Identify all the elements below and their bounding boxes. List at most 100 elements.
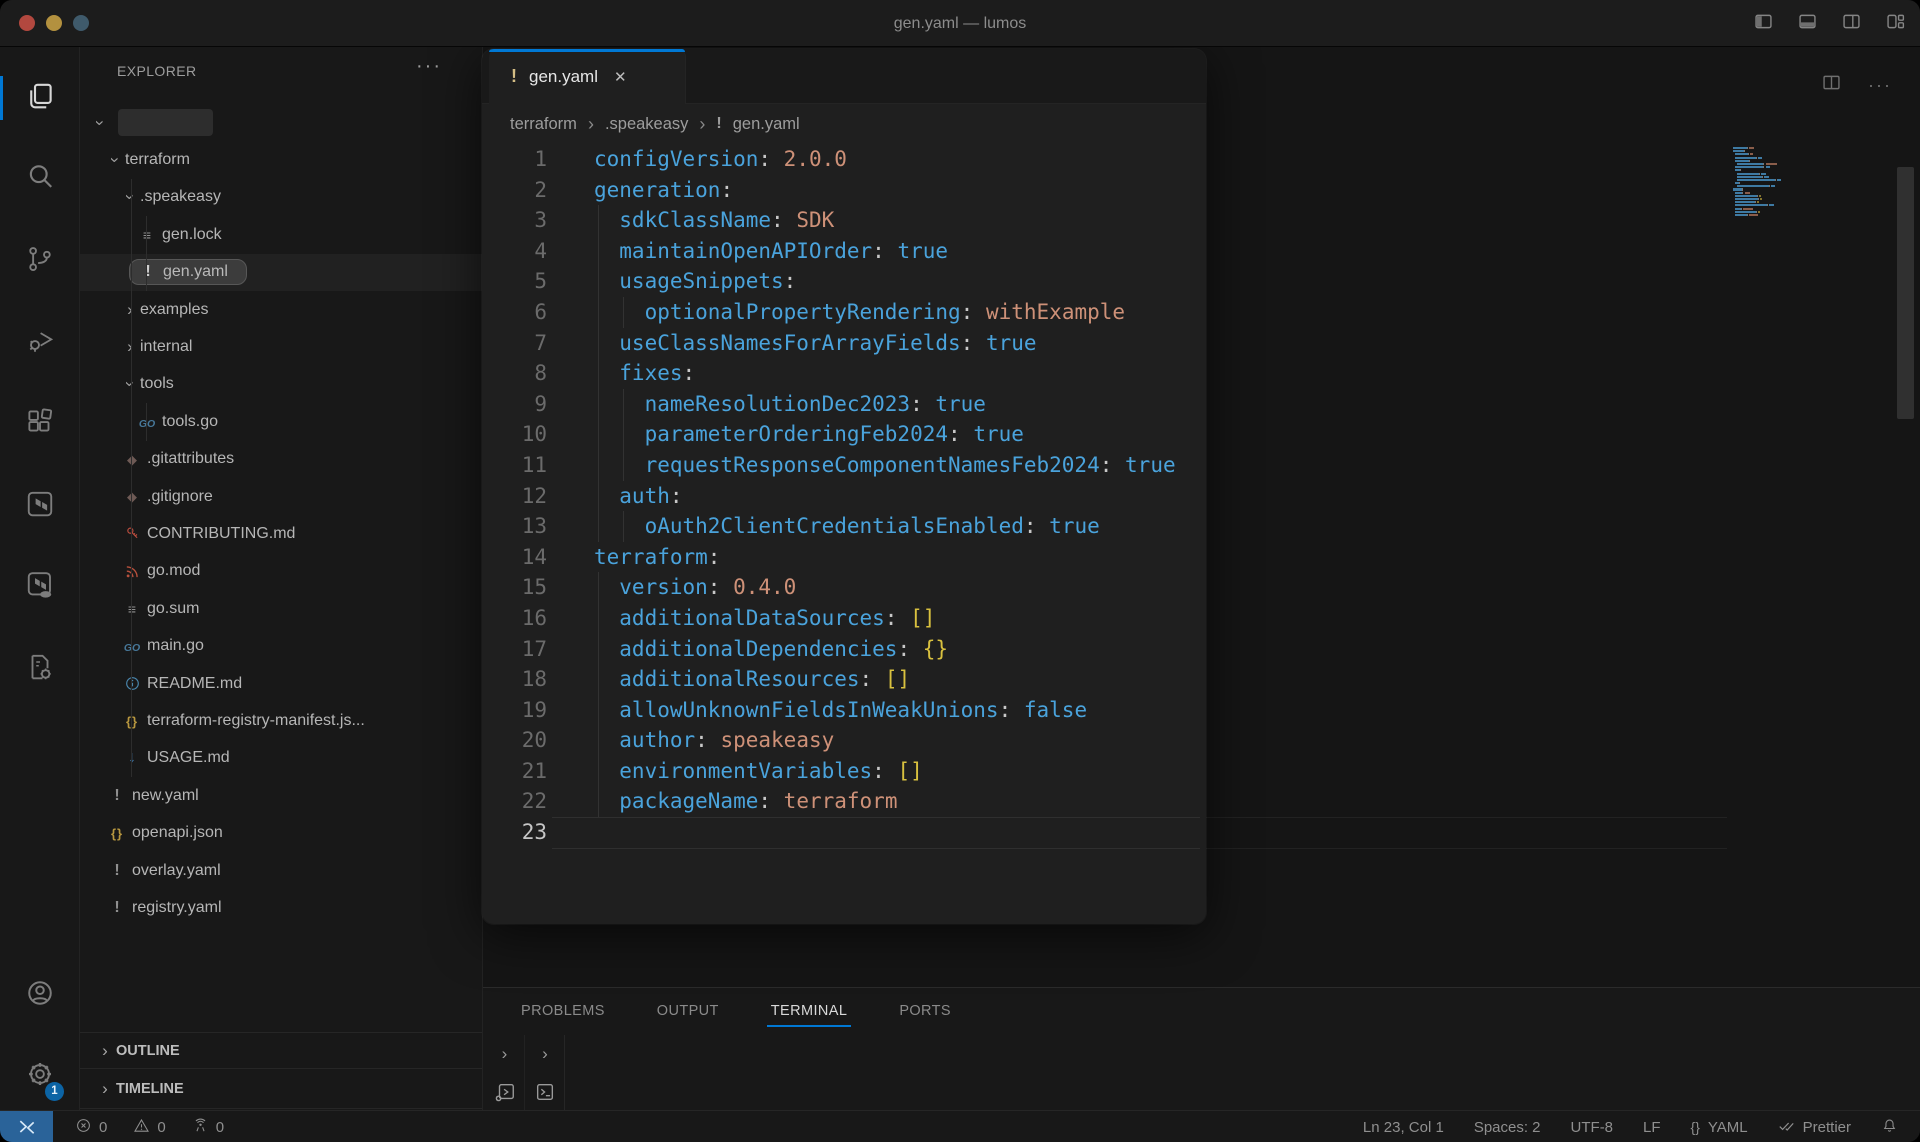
status-formatter[interactable]: Prettier	[1778, 1117, 1851, 1138]
code-line-6[interactable]: 6 optionalPropertyRendering: withExample	[482, 297, 1206, 328]
activity-item-run-debug[interactable]	[0, 309, 80, 375]
code-line-5[interactable]: 5 usageSnippets:	[482, 266, 1206, 297]
minimap[interactable]	[1733, 147, 1823, 220]
code-line-20[interactable]: 20 author: speakeasy	[482, 725, 1206, 756]
panel-tab-output[interactable]: OUTPUT	[655, 995, 721, 1027]
code-line-14[interactable]: 14 terraform:	[482, 542, 1206, 573]
remote-indicator[interactable]	[0, 1111, 53, 1142]
code-line-4[interactable]: 4 maintainOpenAPIOrder: true	[482, 236, 1206, 267]
code-line-19[interactable]: 19 allowUnknownFieldsInWeakUnions: false	[482, 695, 1206, 726]
tree-file-terraform-registry-manifest-js-[interactable]: {} terraform-registry-manifest.js...	[80, 702, 483, 739]
code-line-1[interactable]: 1 configVersion: 2.0.0	[482, 144, 1206, 175]
tree-file-CONTRIBUTING-md[interactable]: CONTRIBUTING.md	[80, 515, 483, 552]
activity-item-terraform[interactable]	[0, 473, 80, 539]
terminal-icon[interactable]	[525, 1073, 565, 1111]
breadcrumb-item[interactable]: .speakeasy	[605, 115, 688, 134]
tree-folder-internal[interactable]: › internal	[80, 328, 483, 365]
chevron-right-icon[interactable]: ›	[485, 1035, 525, 1073]
tree-folder-tools[interactable]: ›tools	[80, 366, 483, 403]
activity-item-settings[interactable]: 1	[0, 1043, 80, 1109]
tree-file-main-go[interactable]: GO main.go	[80, 627, 483, 664]
breadcrumb-item[interactable]: gen.yaml	[733, 115, 800, 134]
broadcast-tower-icon	[192, 1117, 209, 1138]
status-cursor-position[interactable]: Ln 23, Col 1	[1363, 1119, 1444, 1136]
chevron-right-icon[interactable]: ›	[525, 1035, 565, 1073]
tree-item-workspace-root[interactable]: ›	[80, 104, 483, 141]
code-line-23[interactable]: 23	[482, 817, 1206, 848]
panel-tab-ports[interactable]: PORTS	[897, 995, 953, 1027]
tree-file-openapi-json[interactable]: {} openapi.json	[80, 814, 483, 851]
toggle-panel-icon[interactable]	[1797, 11, 1818, 37]
code-line-7[interactable]: 7 useClassNamesForArrayFields: true	[482, 328, 1206, 359]
panel-tab-problems[interactable]: PROBLEMS	[519, 995, 607, 1027]
code-line-17[interactable]: 17 additionalDependencies: {}	[482, 634, 1206, 665]
code-line-8[interactable]: 8 fixes:	[482, 358, 1206, 389]
tree-file-registry-yaml[interactable]: ! registry.yaml	[80, 889, 483, 926]
status-broadcast-tower[interactable]: 0	[192, 1117, 224, 1138]
code-line-21[interactable]: 21 environmentVariables: []	[482, 756, 1206, 787]
tree-folder-examples[interactable]: › examples	[80, 291, 483, 328]
activity-item-file-tools[interactable]	[0, 636, 80, 702]
panel-tab-terminal[interactable]: TERMINAL	[766, 995, 851, 1027]
tree-file--gitignore[interactable]: ◆ .gitignore	[80, 478, 483, 515]
editor-more-actions-icon[interactable]: ···	[1868, 75, 1892, 96]
close-tab-icon[interactable]: ✕	[614, 68, 627, 86]
activity-item-search[interactable]	[0, 145, 80, 211]
code-line-16[interactable]: 16 additionalDataSources: []	[482, 603, 1206, 634]
tree-file-gen-yaml[interactable]: ! gen.yaml	[80, 253, 483, 291]
tree-file-go-mod[interactable]: go.mod	[80, 553, 483, 590]
status-indentation[interactable]: Spaces: 2	[1474, 1119, 1541, 1136]
tree-folder--speakeasy[interactable]: ›.speakeasy	[80, 179, 483, 216]
settings-badge: 1	[45, 1082, 64, 1101]
tree-file-USAGE-md[interactable]: ↓ USAGE.md	[80, 740, 483, 777]
tab-label: gen.yaml	[529, 66, 598, 86]
debug-console-icon[interactable]	[485, 1073, 525, 1111]
status-encoding[interactable]: UTF-8	[1571, 1119, 1614, 1136]
file-tree: ››terraform›.speakeasy≡gen.lock!gen.yaml…	[80, 104, 483, 927]
code-line-2[interactable]: 2 generation:	[482, 175, 1206, 206]
tree-file-overlay-yaml[interactable]: ! overlay.yaml	[80, 852, 483, 889]
activity-item-explorer[interactable]	[0, 65, 80, 131]
tree-folder-terraform[interactable]: › terraform	[80, 141, 483, 178]
activity-item-extensions[interactable]	[0, 391, 80, 457]
code-line-12[interactable]: 12 auth:	[482, 481, 1206, 512]
explorer-more-actions-icon[interactable]: ···	[416, 55, 442, 78]
status-warning-triangle[interactable]: 0	[133, 1117, 166, 1138]
tree-file--gitattributes[interactable]: ◆ .gitattributes	[80, 441, 483, 478]
tree-file-go-sum[interactable]: ≡go.sum	[80, 590, 483, 627]
minimap-line	[1733, 194, 1823, 197]
toggle-sidebar-icon[interactable]	[1753, 11, 1774, 37]
status-notifications[interactable]	[1881, 1117, 1898, 1138]
status-error-circle[interactable]: 0	[75, 1117, 107, 1138]
status-language-mode[interactable]: {} YAML	[1691, 1119, 1748, 1136]
code-line-3[interactable]: 3 sdkClassName: SDK	[482, 205, 1206, 236]
code-line-18[interactable]: 18 additionalResources: []	[482, 664, 1206, 695]
status-eol[interactable]: LF	[1643, 1119, 1661, 1136]
split-editor-icon[interactable]	[1821, 72, 1842, 98]
activity-item-terraform-cloud[interactable]	[0, 554, 80, 620]
timeline-section-header[interactable]: › TIMELINE	[80, 1068, 482, 1109]
line-number: 11	[521, 452, 547, 477]
code-line-22[interactable]: 22 packageName: terraform	[482, 786, 1206, 817]
tab-gen-yaml[interactable]: ! gen.yaml ✕	[489, 49, 686, 104]
code-line-10[interactable]: 10 parameterOrderingFeb2024: true	[482, 419, 1206, 450]
editor-scrollbar[interactable]	[1897, 167, 1914, 419]
code-line-9[interactable]: 9 nameResolutionDec2023: true	[482, 389, 1206, 420]
code-line-11[interactable]: 11 requestResponseComponentNamesFeb2024:…	[482, 450, 1206, 481]
code-line-13[interactable]: 13 oAuth2ClientCredentialsEnabled: true	[482, 511, 1206, 542]
breadcrumb-item[interactable]: terraform	[510, 115, 577, 134]
tree-file-new-yaml[interactable]: ! new.yaml	[80, 777, 483, 814]
outline-section-header[interactable]: › OUTLINE	[80, 1032, 482, 1069]
tree-file-tools-go[interactable]: GO tools.go	[80, 403, 483, 440]
activity-item-account[interactable]	[0, 962, 80, 1028]
toggle-secondary-sidebar-icon[interactable]	[1841, 11, 1862, 37]
code-editor[interactable]: 1 configVersion: 2.0.0 2 generation: 3 sdkCl…	[482, 144, 1206, 848]
editor-group: ! gen.yaml ✕ terraform › .speakeasy ›! gen.y…	[482, 49, 1206, 924]
tree-file-README-md[interactable]: README.md	[80, 665, 483, 702]
yaml-warning-icon: !	[511, 66, 517, 86]
customize-layout-icon[interactable]	[1885, 11, 1906, 37]
code-line-15[interactable]: 15 version: 0.4.0	[482, 572, 1206, 603]
activity-item-source-control[interactable]	[0, 228, 80, 294]
file-icon: ≡	[120, 601, 144, 617]
tree-file-gen-lock[interactable]: ≡gen.lock	[80, 216, 483, 253]
